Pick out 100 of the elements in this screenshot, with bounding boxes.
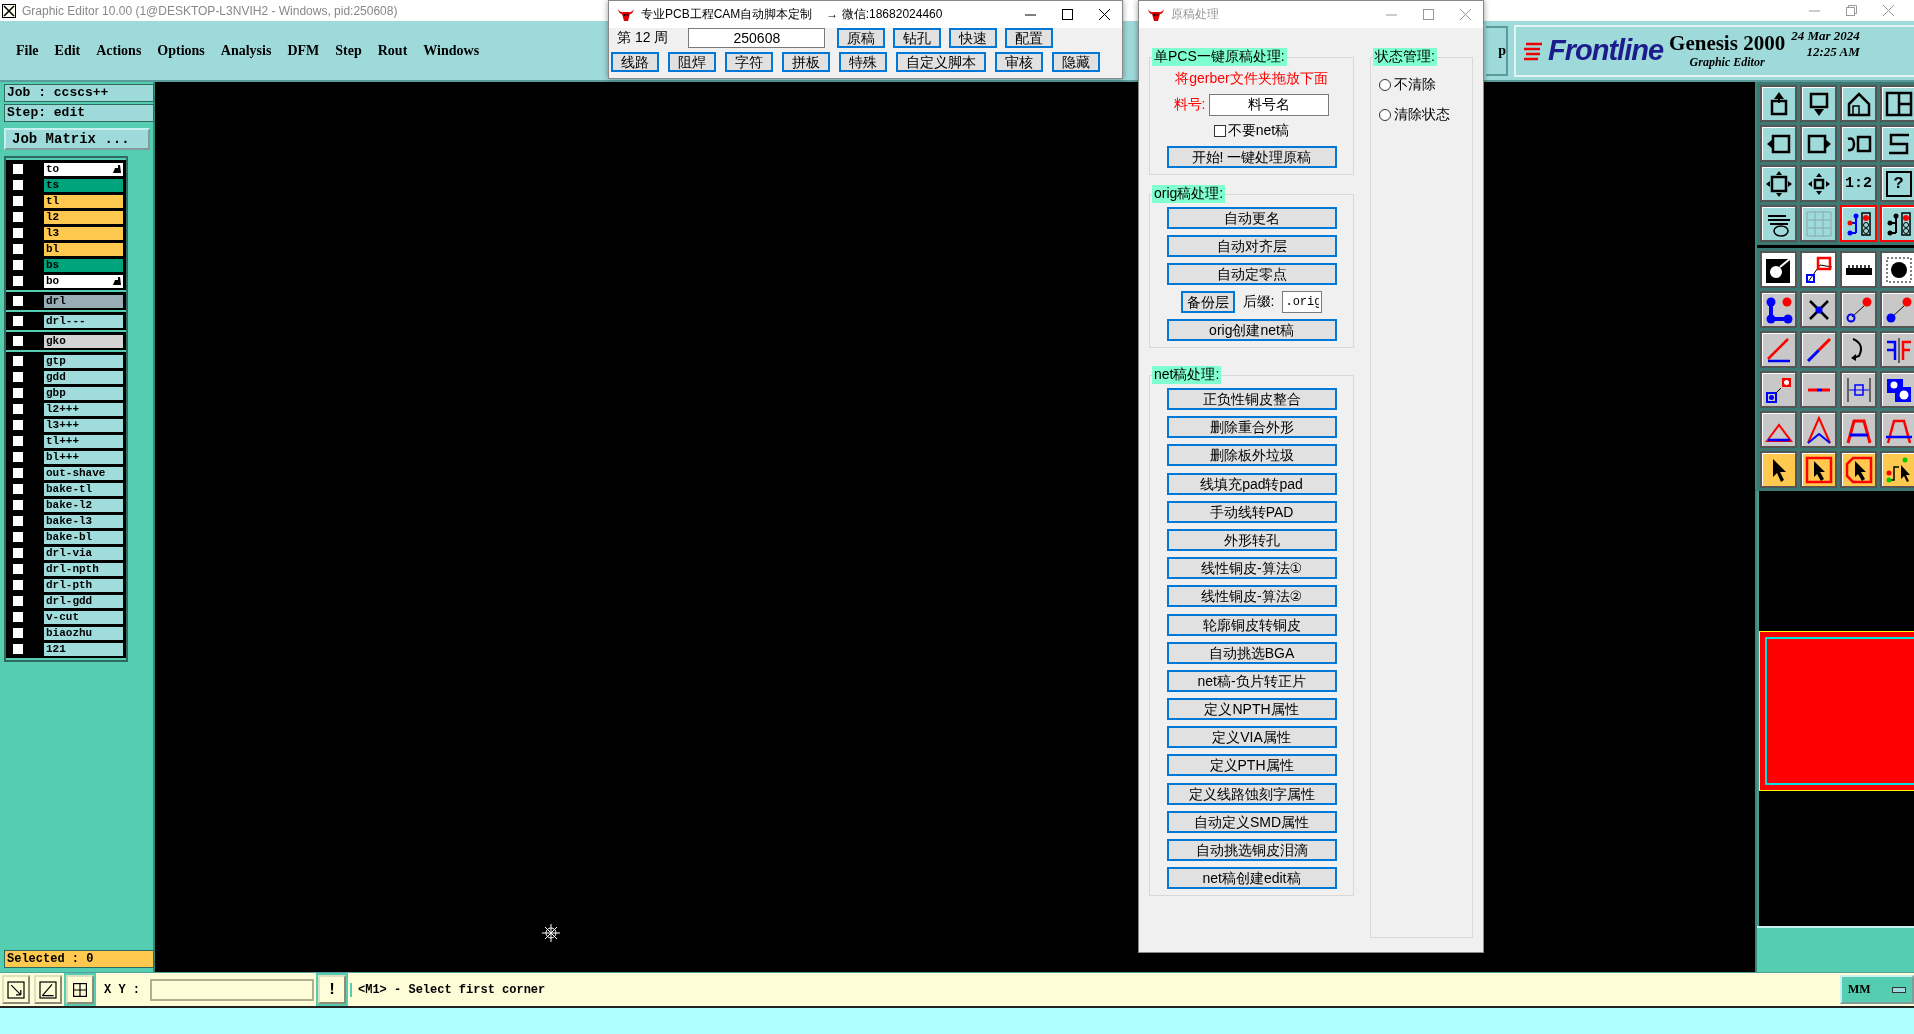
script-button[interactable]: 字符 (725, 52, 773, 72)
layer-checkbox[interactable] (11, 610, 25, 624)
layer-name[interactable]: l3 (43, 225, 124, 241)
menu-item[interactable]: Rout (369, 42, 416, 59)
layer-name[interactable]: drl--- (43, 313, 124, 329)
maximize-icon[interactable] (1062, 9, 1073, 20)
layer-name[interactable]: bs (43, 257, 124, 273)
menu-item[interactable]: Windows (415, 42, 488, 59)
action-button[interactable]: 线性铜皮-算法② (1166, 585, 1337, 608)
tool-button[interactable] (1840, 291, 1877, 328)
action-button[interactable]: 自动更名 (1166, 207, 1337, 229)
menu-item[interactable]: DFM (279, 42, 328, 59)
layer-checkbox[interactable] (11, 450, 25, 464)
layer-checkbox[interactable] (11, 578, 25, 592)
start-button[interactable]: 开始! 一键处理原稿 (1166, 146, 1337, 168)
layer-checkbox[interactable] (11, 482, 25, 496)
tool-button[interactable] (1800, 411, 1837, 448)
layer-checkbox[interactable] (11, 242, 25, 256)
layer-checkbox[interactable] (11, 370, 25, 384)
code-field[interactable]: 250608 (688, 28, 826, 48)
action-button[interactable]: 外形转孔 (1166, 528, 1337, 551)
layer-checkbox[interactable] (11, 162, 25, 176)
layer-checkbox[interactable] (11, 226, 25, 240)
action-button[interactable]: 定义PTH属性 (1166, 754, 1337, 777)
layer-checkbox[interactable] (11, 530, 25, 544)
layer-name[interactable]: drl (43, 293, 124, 309)
layer-checkbox[interactable] (11, 178, 25, 192)
layer-checkbox[interactable] (11, 626, 25, 640)
tool-button[interactable] (1840, 251, 1877, 288)
menu-item[interactable]: File (8, 42, 47, 59)
layer-name[interactable]: out-shave (43, 465, 124, 481)
layer-checkbox[interactable] (11, 314, 25, 328)
menu-item[interactable]: Actions (88, 42, 150, 59)
layer-name[interactable]: drl-via (43, 545, 124, 561)
backup-button[interactable]: 备份层 (1180, 291, 1235, 313)
action-button[interactable]: net稿-负片转正片 (1166, 669, 1337, 692)
layer-name[interactable]: gko (43, 333, 124, 349)
action-button[interactable]: 删除重合外形 (1166, 416, 1337, 439)
script-button[interactable]: 配置 (1005, 28, 1054, 48)
action-button[interactable]: 自动对齐层 (1166, 235, 1337, 257)
layer-name[interactable]: bo (43, 273, 124, 289)
action-button[interactable]: 定义线路蚀刻字属性 (1166, 782, 1337, 805)
script-button[interactable]: 自定义脚本 (896, 52, 986, 72)
layer-name[interactable]: gdd (43, 369, 124, 385)
layer-name[interactable]: l3+++ (43, 417, 124, 433)
tool-button[interactable] (1840, 205, 1877, 242)
menu-item[interactable]: Analysis (212, 42, 280, 59)
tool-button[interactable] (1800, 291, 1837, 328)
layer-name[interactable]: bl (43, 241, 124, 257)
action-button[interactable]: 定义NPTH属性 (1166, 698, 1337, 721)
tool-button[interactable] (1880, 291, 1914, 328)
menu-item[interactable]: Step (327, 42, 370, 59)
tool-button[interactable] (1800, 125, 1837, 162)
coordinate-field[interactable] (150, 978, 314, 1001)
action-button[interactable]: 定义VIA属性 (1166, 726, 1337, 749)
action-button[interactable]: 自动挑选BGA (1166, 641, 1337, 664)
layer-name[interactable]: tl+++ (43, 433, 124, 449)
action-button[interactable]: 自动定零点 (1166, 263, 1337, 285)
action-button[interactable]: 删除板外垃圾 (1166, 444, 1337, 467)
layer-name[interactable]: drl-npth (43, 561, 124, 577)
layer-checkbox[interactable] (11, 466, 25, 480)
layer-name[interactable]: bake-bl (43, 529, 124, 545)
layer-checkbox[interactable] (11, 642, 25, 656)
part-number-field[interactable]: 料号名 (1209, 94, 1330, 116)
layer-name[interactable]: tl (43, 193, 124, 209)
tool-button[interactable] (1840, 85, 1877, 122)
script-button[interactable]: 快速 (949, 28, 998, 48)
layer-name[interactable]: bl+++ (43, 449, 124, 465)
tool-button[interactable] (1880, 371, 1914, 408)
layer-checkbox[interactable] (11, 258, 25, 272)
layer-name[interactable]: bake-l2 (43, 497, 124, 513)
action-button[interactable]: net稿创建edit稿 (1166, 867, 1337, 890)
tool-button[interactable] (1840, 371, 1877, 408)
script-button[interactable]: 线路 (611, 52, 659, 72)
action-button[interactable]: 手动线转PAD (1166, 500, 1337, 523)
radio-option[interactable]: 不清除 (1379, 76, 1436, 94)
close-icon[interactable] (1099, 9, 1110, 20)
script-button[interactable]: 拼板 (782, 52, 830, 72)
tool-button[interactable] (1840, 331, 1877, 368)
tool-button[interactable] (1880, 331, 1914, 368)
tool-button[interactable] (1880, 251, 1914, 288)
layer-checkbox[interactable] (11, 546, 25, 560)
help-button[interactable]: ? (1880, 165, 1914, 202)
tool-button[interactable] (1880, 125, 1914, 162)
action-button[interactable]: orig创建net稿 (1166, 319, 1337, 341)
tool-button[interactable] (1880, 85, 1914, 122)
restore-icon[interactable] (1846, 5, 1857, 16)
layer-checkbox[interactable] (11, 562, 25, 576)
layer-name[interactable]: biaozhu (43, 625, 124, 641)
layer-checkbox[interactable] (11, 334, 25, 348)
action-button[interactable]: 线性铜皮-算法① (1166, 557, 1337, 580)
layer-checkbox[interactable] (11, 418, 25, 432)
layer-name[interactable]: drl-pth (43, 577, 124, 593)
layer-checkbox[interactable] (11, 594, 25, 608)
script-button[interactable]: 特殊 (839, 52, 887, 72)
action-button[interactable]: 线填充pad转pad (1166, 472, 1337, 495)
ratio-button[interactable]: 1:2 (1840, 165, 1877, 202)
layer-name[interactable]: l2+++ (43, 401, 124, 417)
action-button[interactable]: 正负性铜皮整合 (1166, 388, 1337, 410)
layer-checkbox[interactable] (11, 354, 25, 368)
